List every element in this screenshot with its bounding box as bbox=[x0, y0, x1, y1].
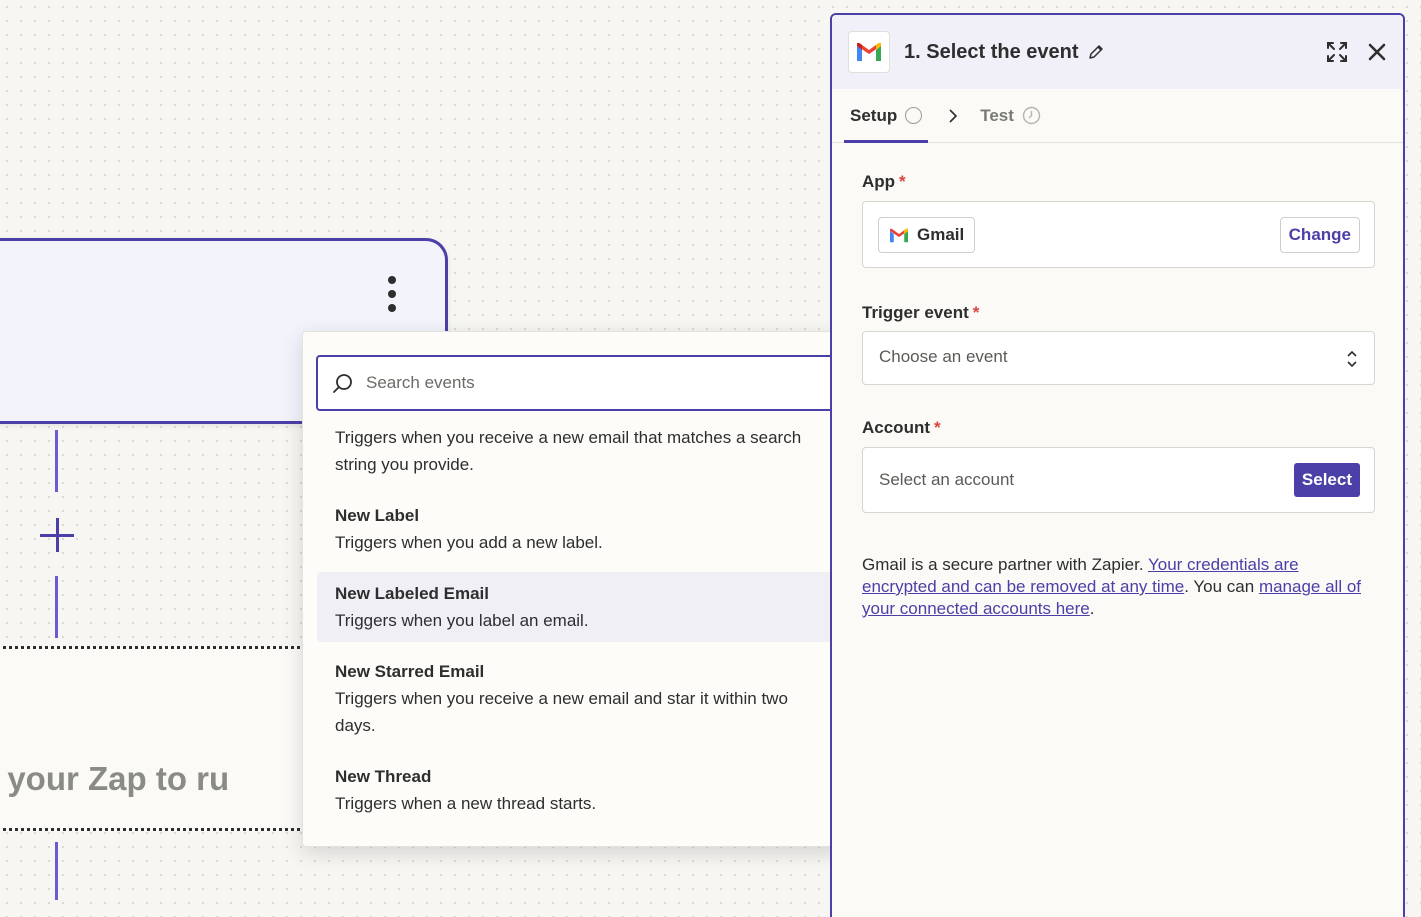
tab-test[interactable]: Test bbox=[980, 89, 1041, 142]
add-step-button[interactable] bbox=[36, 514, 78, 556]
tab-setup[interactable]: Setup bbox=[843, 89, 929, 143]
gmail-logo-icon bbox=[848, 31, 890, 73]
app-name: Gmail bbox=[917, 225, 965, 244]
panel-header: 1. Select the event bbox=[832, 15, 1403, 89]
security-note-middle: . You can bbox=[1184, 577, 1259, 596]
clock-circle-icon bbox=[1022, 106, 1041, 125]
empty-circle-icon bbox=[905, 107, 923, 124]
event-option-title: New Label bbox=[335, 506, 420, 525]
event-option-new-labeled-email[interactable]: New Labeled Email Triggers when you labe… bbox=[317, 572, 833, 642]
panel-tabs: Setup Test bbox=[832, 89, 1403, 143]
gmail-logo-icon bbox=[890, 228, 908, 242]
app-label: App * bbox=[862, 172, 906, 192]
event-dropdown: Triggers when you receive a new email th… bbox=[302, 331, 846, 847]
action-step-placeholder[interactable] bbox=[0, 646, 320, 831]
connector-line-bottom bbox=[55, 842, 58, 900]
account-field: Select an account Select bbox=[862, 447, 1375, 513]
close-icon[interactable] bbox=[1367, 42, 1387, 62]
event-option-description: Triggers when you receive a new email an… bbox=[335, 689, 788, 735]
security-note-prefix: Gmail is a secure partner with Zapier. bbox=[862, 555, 1148, 574]
step-setup-panel: 1. Select the event Setup Test App * Gma… bbox=[830, 13, 1405, 917]
required-marker: * bbox=[899, 172, 906, 191]
search-events-input[interactable] bbox=[366, 373, 806, 393]
app-chip: Gmail bbox=[878, 217, 976, 253]
event-option-description: Triggers when you label an email. bbox=[335, 611, 589, 630]
event-option-new-label[interactable]: New Label Triggers when you add a new la… bbox=[317, 494, 833, 564]
connector-line-middle bbox=[55, 576, 58, 638]
trigger-event-placeholder: Choose an event bbox=[879, 347, 1008, 366]
event-option-description: Triggers when a new thread starts. bbox=[335, 794, 597, 813]
search-icon bbox=[333, 374, 352, 393]
required-marker: * bbox=[934, 418, 941, 437]
account-label-text: Account bbox=[862, 418, 930, 437]
event-option-description: Triggers when you receive a new email th… bbox=[335, 428, 802, 474]
edit-title-pencil-icon[interactable] bbox=[1087, 43, 1105, 61]
event-option-new-starred-email[interactable]: New Starred Email Triggers when you rece… bbox=[317, 650, 833, 747]
app-label-text: App bbox=[862, 172, 896, 191]
tab-label: Test bbox=[980, 105, 1014, 125]
step-menu-icon[interactable] bbox=[382, 272, 402, 316]
security-note: Gmail is a secure partner with Zapier. Y… bbox=[862, 554, 1372, 620]
panel-title: 1. Select the event bbox=[904, 40, 1079, 63]
event-option-description: Triggers when you add a new label. bbox=[335, 533, 603, 552]
trigger-event-label-text: Trigger event bbox=[862, 303, 969, 322]
app-field: Gmail Change bbox=[862, 201, 1375, 268]
event-option-search[interactable]: Triggers when you receive a new email th… bbox=[317, 416, 833, 486]
select-account-button[interactable]: Select bbox=[1293, 463, 1360, 497]
account-placeholder: Select an account bbox=[879, 470, 1015, 489]
search-events-field[interactable] bbox=[316, 355, 834, 411]
connector-line-top bbox=[55, 430, 58, 492]
trigger-event-label: Trigger event * bbox=[862, 303, 979, 323]
trigger-event-select[interactable]: Choose an event bbox=[862, 331, 1375, 385]
event-option-title: New Labeled Email bbox=[335, 584, 489, 603]
expand-icon[interactable] bbox=[1325, 40, 1349, 64]
event-option-new-thread[interactable]: New Thread Triggers when a new thread st… bbox=[317, 755, 833, 825]
event-option-title: New Starred Email bbox=[335, 662, 485, 681]
account-label: Account * bbox=[862, 418, 941, 438]
chevron-right-icon bbox=[948, 108, 958, 124]
action-placeholder-text: t for your Zap to ru bbox=[0, 760, 230, 797]
required-marker: * bbox=[972, 303, 980, 322]
security-note-suffix: . bbox=[1089, 599, 1095, 618]
select-arrows-icon bbox=[1346, 349, 1358, 369]
tab-label: Setup bbox=[850, 105, 898, 125]
change-app-button[interactable]: Change bbox=[1279, 217, 1360, 253]
event-option-title: New Thread bbox=[335, 767, 432, 786]
